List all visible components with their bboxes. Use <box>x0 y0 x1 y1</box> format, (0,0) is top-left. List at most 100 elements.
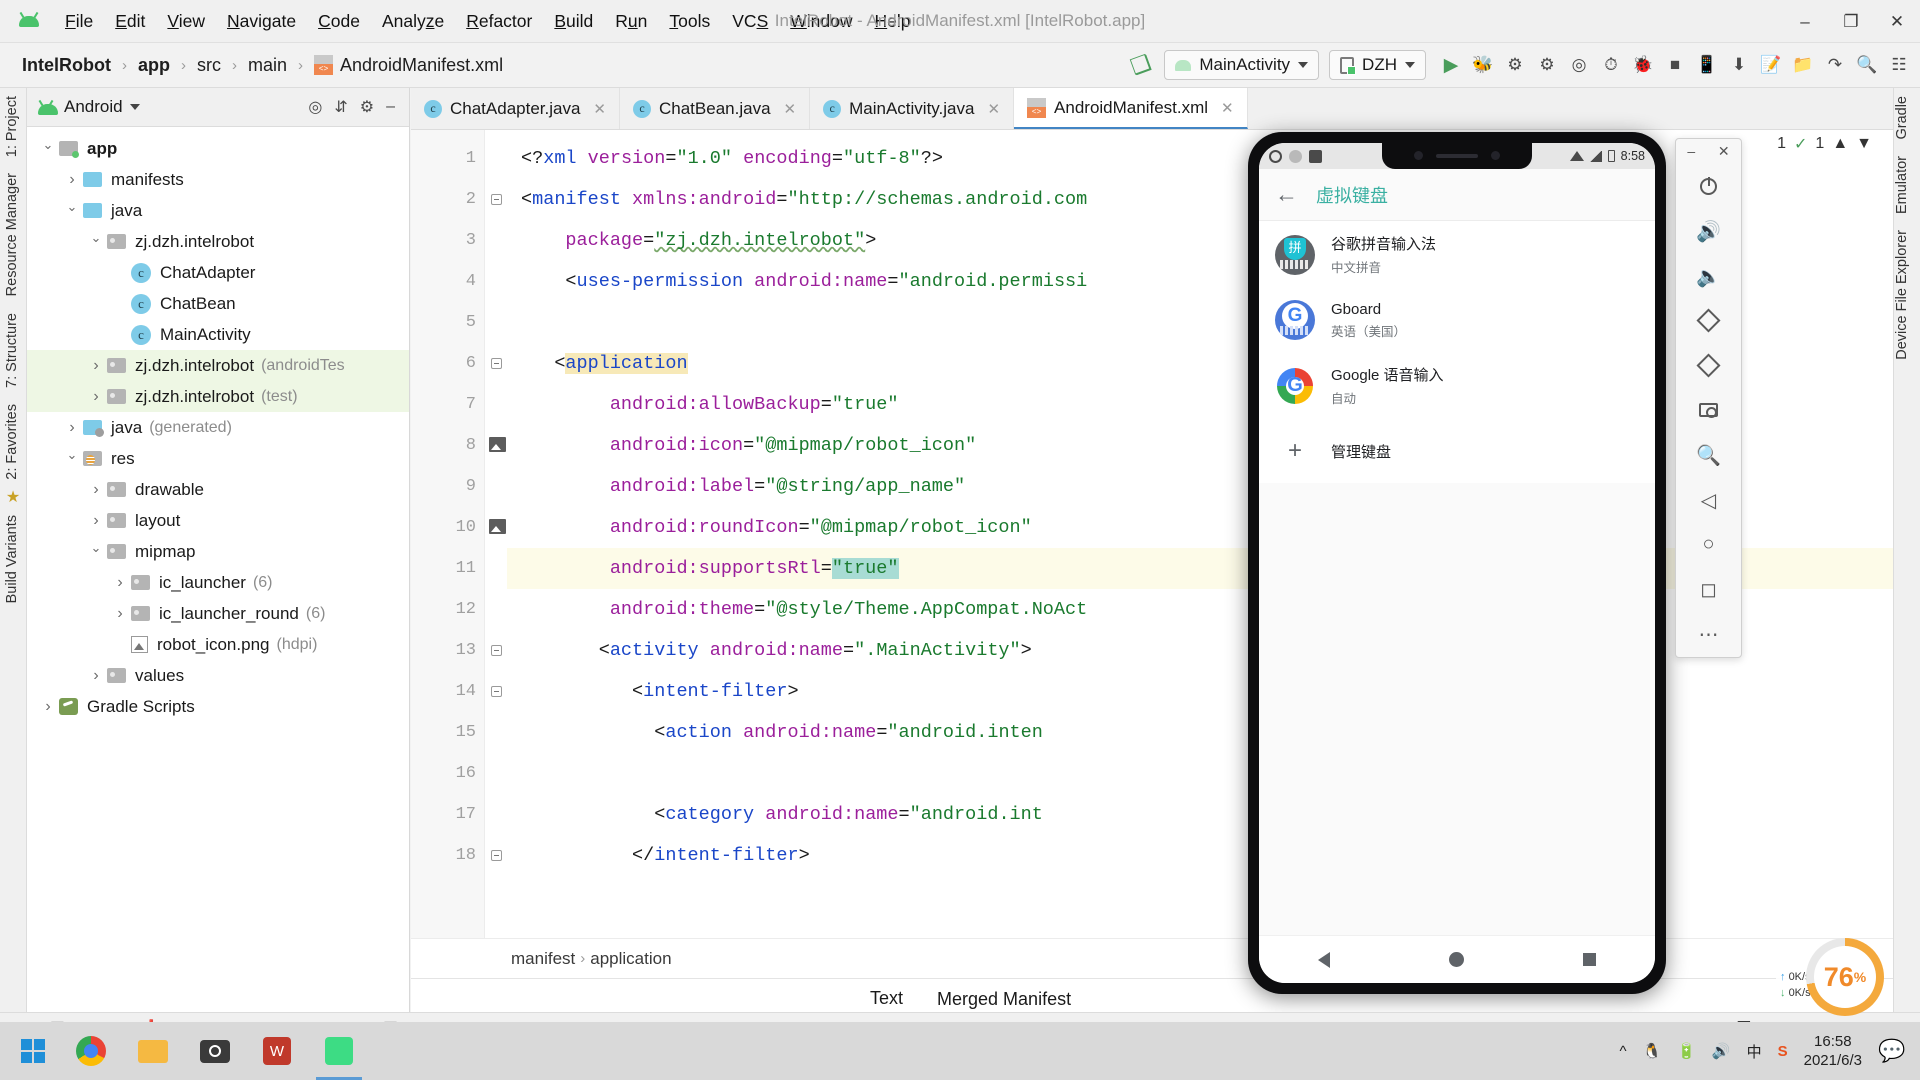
code-fold-icon[interactable] <box>490 194 502 205</box>
maximize-button[interactable]: ❐ <box>1828 0 1874 43</box>
collapse-all-icon[interactable]: ⇵ <box>334 97 347 117</box>
chevron-right-icon[interactable] <box>61 171 83 189</box>
notification-button[interactable]: 💬 <box>1878 1038 1905 1064</box>
run-configuration-selector[interactable]: MainActivity <box>1164 50 1320 80</box>
menu-analyze[interactable]: Analyze <box>371 7 455 36</box>
editor-tab-bar[interactable]: c ChatAdapter.java ✕ c ChatBean.java ✕ c MainAc… <box>411 88 1893 130</box>
battery-icon[interactable]: 🔋 <box>1677 1042 1696 1060</box>
close-tab-icon[interactable]: ✕ <box>987 100 1000 118</box>
chevron-down-icon[interactable] <box>61 451 83 467</box>
code-line[interactable]: <intent-filter> <box>507 671 1893 712</box>
keyboard-list[interactable]: 拼谷歌拼音输入法 中文拼音 G Gboard 英语（美国） G Google 语音输入 自动 +… <box>1259 221 1655 483</box>
fold-marker-slot[interactable] <box>485 548 507 589</box>
editor-inspection-widget[interactable]: 1 ✓ 1 ▲ ▼ <box>1777 134 1872 154</box>
emulator-screen[interactable]: 8:58 ← 虚拟键盘 拼谷歌拼音输入法 中文拼音 G Gboard 英语（美国） G Go… <box>1259 143 1655 983</box>
emulator-minimize-button[interactable]: – <box>1687 143 1695 160</box>
menu-run[interactable]: Run <box>604 7 658 36</box>
rail-item-structure[interactable]: 7: Structure <box>4 305 20 396</box>
taskbar-app-wps[interactable]: W <box>246 1022 308 1080</box>
project-view-selector[interactable]: Android <box>35 97 140 117</box>
menu-vcs[interactable]: VCS <box>721 7 779 36</box>
editor-breadcrumb-manifest[interactable]: manifest <box>511 949 575 969</box>
run-button[interactable]: ▶ <box>1436 50 1466 80</box>
next-highlight-icon[interactable]: ▼ <box>1856 135 1872 153</box>
chevron-up-icon[interactable]: ^ <box>1619 1043 1626 1060</box>
fold-marker-slot[interactable] <box>485 261 507 302</box>
tree-node[interactable]: Gradle Scripts <box>27 691 409 722</box>
chevron-right-icon[interactable] <box>109 605 131 623</box>
tree-node[interactable]: c ChatBean <box>27 288 409 319</box>
tree-node[interactable]: ic_launcher_round (6) <box>27 598 409 629</box>
volume-icon[interactable]: 🔊 <box>1712 1042 1731 1060</box>
rail-item-resource-manager[interactable]: Resource Manager <box>4 165 20 304</box>
nav-recents-icon[interactable] <box>1582 953 1596 966</box>
emulator-overview-button[interactable]: ◻ <box>1687 567 1731 612</box>
editor-breadcrumb-application[interactable]: application <box>590 949 671 969</box>
screenshot-button[interactable] <box>1687 388 1731 433</box>
tree-node[interactable]: zj.dzh.intelrobot (androidTes <box>27 350 409 381</box>
rotate-left-button[interactable] <box>1687 298 1731 343</box>
run-with-coverage-button[interactable]: ◎ <box>1564 50 1594 80</box>
tree-node[interactable]: layout <box>27 505 409 536</box>
code-editor[interactable]: 1 2 3 4 5 6 7 8 9 10 11 12 13 14 15 16 17 18 <?xml versio… <box>411 130 1893 938</box>
chevron-down-icon[interactable] <box>61 203 83 219</box>
chevron-right-icon[interactable] <box>109 574 131 592</box>
fold-marker-slot[interactable] <box>485 671 507 712</box>
menu-view[interactable]: View <box>156 7 216 36</box>
hide-panel-icon[interactable]: – <box>386 98 395 116</box>
chevron-right-icon[interactable] <box>85 388 107 406</box>
fold-marker-slot[interactable] <box>485 589 507 630</box>
sdk-manager-button[interactable]: ⬇ <box>1724 50 1754 80</box>
back-arrow-icon[interactable]: ← <box>1275 183 1298 206</box>
rail-item-project[interactable]: 1: Project <box>4 88 20 165</box>
chevron-right-icon[interactable] <box>85 357 107 375</box>
tree-node[interactable]: java <box>27 195 409 226</box>
keyboard-list-item[interactable]: G Gboard 英语（美国） <box>1259 288 1655 352</box>
clock[interactable]: 16:58 2021/6/3 <box>1804 1032 1862 1071</box>
fold-marker-slot[interactable] <box>485 220 507 261</box>
code-fold-icon[interactable] <box>490 686 502 697</box>
tree-node[interactable]: res <box>27 443 409 474</box>
taskbar-app-android-studio[interactable] <box>308 1022 370 1080</box>
fold-marker-slot[interactable] <box>485 753 507 794</box>
minimize-button[interactable]: – <box>1782 0 1828 43</box>
chevron-down-icon[interactable] <box>85 544 107 560</box>
tree-node[interactable]: app <box>27 133 409 164</box>
settings-gear-icon[interactable]: ⚙ <box>360 97 374 117</box>
avd-manager-button[interactable]: 📱 <box>1692 50 1722 80</box>
fold-marker-slot[interactable] <box>485 384 507 425</box>
menu-edit[interactable]: Edit <box>104 7 156 36</box>
fold-marker-slot[interactable] <box>485 466 507 507</box>
menu-code[interactable]: Code <box>307 7 371 36</box>
emulator-home-button[interactable]: ○ <box>1687 523 1731 568</box>
emulator-back-button[interactable]: ◁ <box>1687 478 1731 523</box>
nav-back-icon[interactable] <box>1318 951 1331 968</box>
code-fold-icon[interactable] <box>490 645 502 656</box>
chevron-right-icon[interactable] <box>61 419 83 437</box>
power-button[interactable] <box>1687 164 1731 209</box>
device-selector[interactable]: DZH <box>1329 50 1426 80</box>
fold-marker-slot[interactable] <box>485 179 507 220</box>
editor-tab[interactable]: c ChatAdapter.java ✕ <box>411 88 620 129</box>
fold-marker-slot[interactable] <box>485 302 507 343</box>
emulator-more-button[interactable]: ⋯ <box>1687 612 1731 657</box>
tree-node[interactable]: zj.dzh.intelrobot (test) <box>27 381 409 412</box>
code-folding-column[interactable] <box>485 130 507 938</box>
chevron-right-icon[interactable] <box>85 667 107 685</box>
android-nav-bar[interactable] <box>1259 935 1655 983</box>
prev-highlight-icon[interactable]: ▲ <box>1832 135 1848 153</box>
rail-item-emulator[interactable]: Emulator <box>1894 148 1910 222</box>
profile-button[interactable]: ⚙ <box>1532 50 1562 80</box>
fold-marker-slot[interactable] <box>485 343 507 384</box>
chevron-down-icon[interactable] <box>37 141 59 157</box>
editor-tab[interactable]: AndroidManifest.xml ✕ <box>1014 88 1248 129</box>
tree-node[interactable]: c ChatAdapter <box>27 257 409 288</box>
fold-marker-slot[interactable] <box>485 630 507 671</box>
performance-widget[interactable]: ↑ 0K/s ↓ 0K/s 76% <box>1776 936 1884 1020</box>
device-file-explorer-button[interactable]: 📁 <box>1788 50 1818 80</box>
taskbar-app-camera[interactable] <box>184 1022 246 1080</box>
close-tab-icon[interactable]: ✕ <box>593 100 606 118</box>
tree-node[interactable]: robot_icon.png (hdpi) <box>27 629 409 660</box>
zoom-button[interactable]: 🔍 <box>1687 433 1731 478</box>
keyboard-list-item[interactable]: + 管理键盘 <box>1259 419 1655 483</box>
